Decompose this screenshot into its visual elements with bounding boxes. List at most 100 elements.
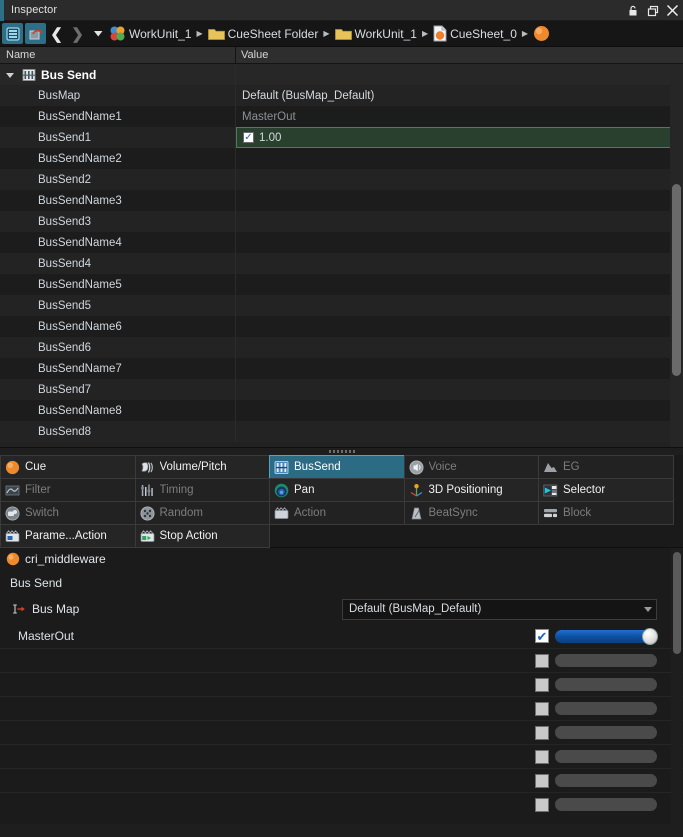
property-row-bussend7[interactable]: BusSend7 (0, 379, 683, 400)
forward-button[interactable]: ❯ (67, 22, 88, 46)
close-icon[interactable] (665, 3, 680, 18)
bus-send-level-slider[interactable] (555, 726, 657, 739)
bus-send-level-slider[interactable] (555, 654, 657, 667)
tab-pan[interactable]: Pan (269, 478, 405, 502)
bus-send-enable-checkbox[interactable]: ✔ (535, 653, 549, 668)
property-row-bussend4[interactable]: BusSend4 (0, 253, 683, 274)
breadcrumb-item-workunit-1[interactable]: WorkUnit_1 (108, 22, 192, 46)
bus-send-slot-row[interactable]: ✔ (0, 720, 683, 744)
bus-send-enable-checkbox[interactable]: ✔ (535, 725, 549, 740)
property-row-bussend1[interactable]: BusSend1 ✓ 1.00 (0, 127, 683, 148)
tab-3d-positioning[interactable]: 3D Positioning (403, 478, 539, 502)
bus-send-enable-checkbox[interactable]: ✔ (535, 677, 549, 692)
bus-send-level-slider[interactable] (555, 798, 657, 811)
property-row-bussend3[interactable]: BusSend3 (0, 211, 683, 232)
tab-timing[interactable]: Timing (134, 478, 270, 502)
property-value[interactable] (236, 211, 683, 232)
property-row-bussendname5[interactable]: BusSendName5 (0, 274, 683, 295)
bus-send-slot-row[interactable]: ✔ (0, 696, 683, 720)
bus-send-slot-list: MasterOut ✔ ✔ ✔ ✔ (0, 624, 683, 816)
bus-send-enable-checkbox[interactable]: ✔ (535, 773, 549, 788)
property-value[interactable] (236, 400, 683, 421)
link-arrow-icon[interactable] (12, 602, 26, 616)
bus-send-slot-row[interactable]: ✔ (0, 744, 683, 768)
property-grid-scrollbar-thumb[interactable] (672, 184, 681, 376)
breadcrumb-item-workunit-folder[interactable]: WorkUnit_1 (334, 22, 418, 46)
property-group-row[interactable]: Bus Send (0, 64, 683, 85)
tab-cue[interactable]: Cue (0, 455, 136, 479)
tab-action[interactable]: Action (269, 501, 405, 525)
tab-stop-action[interactable]: Stop Action (134, 524, 270, 548)
lock-icon[interactable] (625, 3, 640, 18)
tab-beatsync[interactable]: BeatSync (403, 501, 539, 525)
breadcrumb-item-cuesheet-folder[interactable]: CueSheet Folder (207, 22, 320, 46)
property-value[interactable]: Default (BusMap_Default) (236, 85, 683, 106)
expand-collapse-triangle-icon[interactable] (6, 73, 14, 78)
property-row-bussendname6[interactable]: BusSendName6 (0, 316, 683, 337)
property-row-bussendname7[interactable]: BusSendName7 (0, 358, 683, 379)
restore-icon[interactable] (645, 3, 660, 18)
bus-send-level-slider[interactable] (555, 774, 657, 787)
bus-send-slot-row[interactable]: ✔ (0, 648, 683, 672)
bus-send-slot-row[interactable]: ✔ (0, 768, 683, 792)
tab-switch[interactable]: Switch (0, 501, 136, 525)
bus-send-level-slider[interactable] (555, 627, 658, 645)
bus-send-level-slider[interactable] (555, 678, 657, 691)
property-value[interactable] (236, 337, 683, 358)
property-row-bussendname1[interactable]: BusSendName1 MasterOut (0, 106, 683, 127)
bus-send-enable-checkbox[interactable]: ✔ (535, 749, 549, 764)
property-row-bussend2[interactable]: BusSend2 (0, 169, 683, 190)
property-value[interactable] (236, 253, 683, 274)
parameter-action-icon (5, 529, 20, 544)
property-row-bussendname4[interactable]: BusSendName4 (0, 232, 683, 253)
property-value[interactable] (236, 379, 683, 400)
tab-parameter-action[interactable]: Parame...Action (0, 524, 136, 548)
property-value[interactable] (236, 274, 683, 295)
tab-voice[interactable]: Voice (403, 455, 539, 479)
tab-random[interactable]: Random (134, 501, 270, 525)
property-value[interactable] (236, 316, 683, 337)
property-value-editor[interactable]: ✓ 1.00 (236, 127, 683, 148)
breadcrumb-item-cuesheet-0[interactable]: CueSheet_0 (432, 22, 518, 46)
property-row-busmap[interactable]: BusMap Default (BusMap_Default) (0, 85, 683, 106)
back-button[interactable]: ❮ (46, 22, 67, 46)
property-row-bussendname8[interactable]: BusSendName8 (0, 400, 683, 421)
property-value[interactable] (236, 358, 683, 379)
property-row-bussendname3[interactable]: BusSendName3 (0, 190, 683, 211)
tab-bussend[interactable]: BusSend (269, 455, 405, 479)
property-row-bussendname2[interactable]: BusSendName2 (0, 148, 683, 169)
list-view-button[interactable] (2, 23, 23, 44)
tab-block[interactable]: Block (538, 501, 674, 525)
tab-eg[interactable]: EG (538, 455, 674, 479)
tab-volume-pitch[interactable]: Volume/Pitch (134, 455, 270, 479)
bus-send-slot-row[interactable]: ✔ (0, 672, 683, 696)
bus-send-slot-row[interactable]: ✔ (0, 792, 683, 816)
breadcrumb-item-cue[interactable] (532, 22, 554, 46)
property-value[interactable] (236, 232, 683, 253)
bus-send-level-slider[interactable] (555, 750, 657, 763)
panel-splitter[interactable] (0, 448, 683, 455)
history-dropdown-button[interactable] (88, 22, 108, 46)
property-row-bussend6[interactable]: BusSend6 (0, 337, 683, 358)
tab-filter[interactable]: Filter (0, 478, 136, 502)
property-value[interactable] (236, 421, 683, 442)
slider-knob[interactable] (642, 627, 658, 645)
tab-selector[interactable]: Selector (538, 478, 674, 502)
property-row-bussend8[interactable]: BusSend8 (0, 421, 683, 442)
bus-send-enable-checkbox[interactable]: ✔ (535, 629, 549, 643)
detail-scrollbar-thumb[interactable] (673, 552, 681, 654)
revert-button[interactable] (25, 23, 46, 44)
bus-send-slot-row[interactable]: MasterOut ✔ (0, 624, 683, 648)
bus-map-dropdown[interactable]: Default (BusMap_Default) (342, 598, 657, 620)
property-value-checkbox[interactable]: ✓ (243, 132, 254, 143)
bus-send-enable-checkbox[interactable]: ✔ (535, 701, 549, 716)
property-name: BusSendName7 (0, 358, 236, 379)
bus-send-enable-checkbox[interactable]: ✔ (535, 797, 549, 812)
property-row-bussend5[interactable]: BusSend5 (0, 295, 683, 316)
bus-send-level-slider[interactable] (555, 702, 657, 715)
property-value[interactable] (236, 169, 683, 190)
breadcrumb-separator-icon: ▶ (521, 29, 529, 38)
property-value[interactable] (236, 148, 683, 169)
property-value[interactable] (236, 190, 683, 211)
property-value[interactable] (236, 295, 683, 316)
